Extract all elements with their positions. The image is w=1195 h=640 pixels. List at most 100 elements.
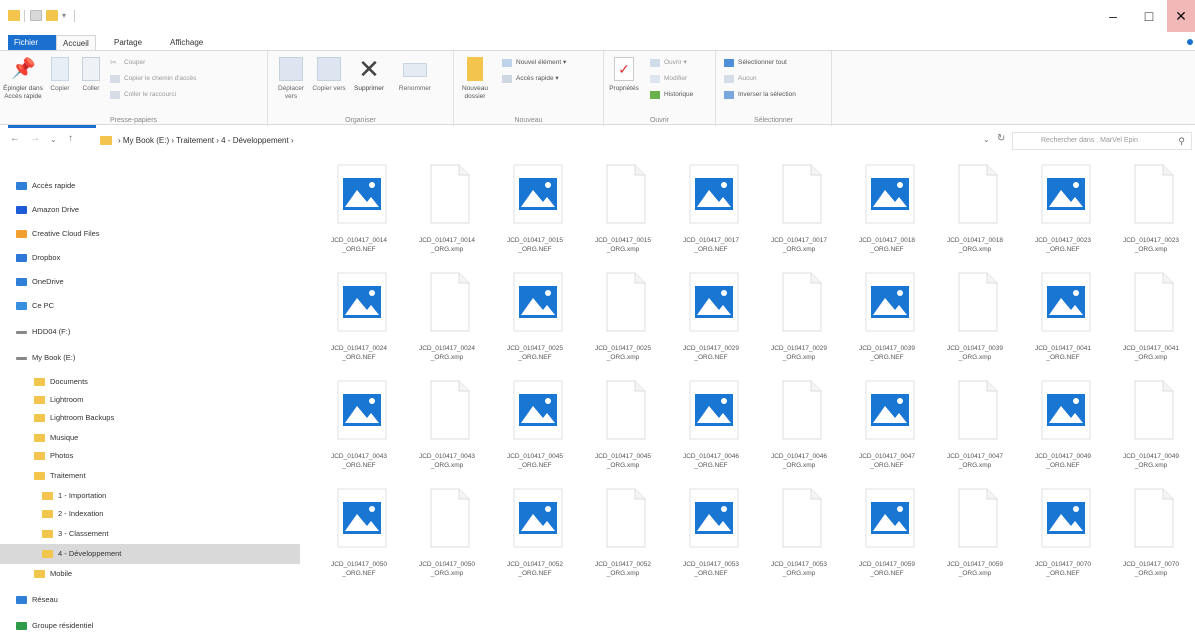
sidebar-item[interactable]: Groupe résidentiel xyxy=(0,616,300,636)
sidebar-item[interactable]: Lightroom xyxy=(0,390,300,410)
sidebar-item[interactable]: Documents xyxy=(0,372,300,392)
address-dropdown-icon[interactable]: ⌄ xyxy=(983,135,990,144)
copy-to-button[interactable]: Copier vers xyxy=(310,57,348,93)
sidebar-item[interactable]: Mobile xyxy=(0,564,300,584)
sidebar-item[interactable]: Traitement xyxy=(0,466,300,486)
help-icon[interactable] xyxy=(1187,39,1193,45)
properties-icon[interactable] xyxy=(30,10,42,21)
back-arrow-icon[interactable]: ← xyxy=(10,133,20,144)
file-item[interactable]: JCD_010417_0043 _ORG.xmp xyxy=(403,372,491,478)
pin-quick-access-button[interactable]: 📌 Épingler dans Accès rapide xyxy=(2,57,44,101)
file-item[interactable]: JCD_010417_0049 _ORG.xmp xyxy=(1107,372,1195,478)
tab-share[interactable]: Partage xyxy=(108,35,148,50)
sidebar-item[interactable]: Amazon Drive xyxy=(0,200,300,220)
file-item[interactable]: JCD_010417_0023 _ORG.xmp xyxy=(1107,156,1195,262)
close-button[interactable]: ✕ xyxy=(1167,0,1195,32)
sidebar-item[interactable]: HDD04 (F:) xyxy=(0,322,300,342)
file-item[interactable]: JCD_010417_0014 _ORG.NEF xyxy=(315,156,403,262)
file-item[interactable]: JCD_010417_0070 _ORG.xmp xyxy=(1107,480,1195,586)
file-item[interactable]: JCD_010417_0046 _ORG.NEF xyxy=(667,372,755,478)
easy-access-button[interactable]: Accès rapide ▾ xyxy=(502,73,559,85)
sidebar-item[interactable]: My Book (E:) xyxy=(0,348,300,368)
sidebar-item[interactable]: Accès rapide xyxy=(0,176,300,196)
recent-chevron-icon[interactable]: ⌄ xyxy=(50,135,57,144)
file-item[interactable]: JCD_010417_0070 _ORG.NEF xyxy=(1019,480,1107,586)
sidebar-item[interactable]: Dropbox xyxy=(0,248,300,268)
copy-path-button[interactable]: Copier le chemin d'accès xyxy=(110,73,196,85)
paste-button[interactable]: Coller xyxy=(76,57,106,93)
new-item-button[interactable]: Nouvel élément ▾ xyxy=(502,57,566,69)
file-item[interactable]: JCD_010417_0046 _ORG.xmp xyxy=(755,372,843,478)
refresh-icon[interactable]: ↻ xyxy=(997,133,1005,144)
file-item[interactable]: JCD_010417_0017 _ORG.NEF xyxy=(667,156,755,262)
file-item[interactable]: JCD_010417_0047 _ORG.NEF xyxy=(843,372,931,478)
forward-arrow-icon[interactable]: → xyxy=(30,133,40,144)
file-item[interactable]: JCD_010417_0029 _ORG.xmp xyxy=(755,264,843,370)
file-item[interactable]: JCD_010417_0015 _ORG.xmp xyxy=(579,156,667,262)
file-item[interactable]: JCD_010417_0049 _ORG.NEF xyxy=(1019,372,1107,478)
customize-qat-icon[interactable]: ▾ xyxy=(62,10,70,21)
file-item[interactable]: JCD_010417_0025 _ORG.NEF xyxy=(491,264,579,370)
maximize-button[interactable]: □ xyxy=(1131,0,1167,32)
history-button[interactable]: Historique xyxy=(650,89,693,101)
folder-icon[interactable] xyxy=(8,10,20,21)
sidebar-item[interactable]: Réseau xyxy=(0,590,300,610)
sidebar-item[interactable]: 4 - Développement xyxy=(0,544,300,564)
file-item[interactable]: JCD_010417_0059 _ORG.NEF xyxy=(843,480,931,586)
file-item[interactable]: JCD_010417_0041 _ORG.xmp xyxy=(1107,264,1195,370)
file-item[interactable]: JCD_010417_0024 _ORG.NEF xyxy=(315,264,403,370)
sidebar-item[interactable]: 1 - Importation xyxy=(0,486,300,506)
file-item[interactable]: JCD_010417_0045 _ORG.NEF xyxy=(491,372,579,478)
select-all-button[interactable]: Sélectionner tout xyxy=(724,57,787,69)
edit-button[interactable]: Modifier xyxy=(650,73,687,85)
file-item[interactable]: JCD_010417_0039 _ORG.xmp xyxy=(931,264,1019,370)
rename-button[interactable]: Renommer xyxy=(392,57,438,93)
file-item[interactable]: JCD_010417_0050 _ORG.xmp xyxy=(403,480,491,586)
file-item[interactable]: JCD_010417_0053 _ORG.NEF xyxy=(667,480,755,586)
move-to-button[interactable]: Déplacer vers xyxy=(272,57,310,101)
new-folder-icon[interactable] xyxy=(46,10,58,21)
sidebar-item[interactable]: 3 - Classement xyxy=(0,524,300,544)
new-folder-button[interactable]: Nouveau dossier xyxy=(456,57,494,101)
file-item[interactable]: JCD_010417_0047 _ORG.xmp xyxy=(931,372,1019,478)
sidebar-item[interactable]: 2 - Indexation xyxy=(0,504,300,524)
file-item[interactable]: JCD_010417_0024 _ORG.xmp xyxy=(403,264,491,370)
up-arrow-icon[interactable]: ↑ xyxy=(68,133,73,144)
file-item[interactable]: JCD_010417_0014 _ORG.xmp xyxy=(403,156,491,262)
tab-home[interactable]: Accueil xyxy=(56,35,96,50)
file-item[interactable]: JCD_010417_0052 _ORG.xmp xyxy=(579,480,667,586)
properties-button[interactable]: ✓ Propriétés xyxy=(604,57,644,93)
sidebar-item[interactable]: Lightroom Backups xyxy=(0,408,300,428)
file-item[interactable]: JCD_010417_0045 _ORG.xmp xyxy=(579,372,667,478)
copy-button[interactable]: Copier xyxy=(46,57,74,93)
sidebar-item[interactable]: Creative Cloud Files xyxy=(0,224,300,244)
file-item[interactable]: JCD_010417_0017 _ORG.xmp xyxy=(755,156,843,262)
sidebar-item[interactable]: Photos xyxy=(0,446,300,466)
file-item[interactable]: JCD_010417_0029 _ORG.NEF xyxy=(667,264,755,370)
search-input[interactable]: Rechercher dans : MarVel Epin ⚲ xyxy=(1012,132,1192,150)
cut-button[interactable]: ✂ Couper xyxy=(110,57,145,69)
paste-shortcut-button[interactable]: Coller le raccourci xyxy=(110,89,176,101)
file-item[interactable]: JCD_010417_0059 _ORG.xmp xyxy=(931,480,1019,586)
file-item[interactable]: JCD_010417_0053 _ORG.xmp xyxy=(755,480,843,586)
open-button[interactable]: Ouvrir ▾ xyxy=(650,57,687,69)
sidebar-item[interactable]: Musique xyxy=(0,428,300,448)
file-item[interactable]: JCD_010417_0025 _ORG.xmp xyxy=(579,264,667,370)
file-item[interactable]: JCD_010417_0041 _ORG.NEF xyxy=(1019,264,1107,370)
file-item[interactable]: JCD_010417_0015 _ORG.NEF xyxy=(491,156,579,262)
sidebar-item[interactable]: Ce PC xyxy=(0,296,300,316)
sidebar-item[interactable]: OneDrive xyxy=(0,272,300,292)
invert-selection-button[interactable]: Inverser la sélection xyxy=(724,89,796,101)
tab-view[interactable]: Affichage xyxy=(164,35,209,50)
file-item[interactable]: JCD_010417_0043 _ORG.NEF xyxy=(315,372,403,478)
file-item[interactable]: JCD_010417_0018 _ORG.xmp xyxy=(931,156,1019,262)
file-item[interactable]: JCD_010417_0052 _ORG.NEF xyxy=(491,480,579,586)
select-none-button[interactable]: Aucun xyxy=(724,73,756,85)
address-breadcrumb[interactable]: › My Book (E:) › Traitement › 4 - Dévelo… xyxy=(100,132,985,150)
file-item[interactable]: JCD_010417_0039 _ORG.NEF xyxy=(843,264,931,370)
minimize-button[interactable]: – xyxy=(1095,0,1131,32)
file-item[interactable]: JCD_010417_0018 _ORG.NEF xyxy=(843,156,931,262)
delete-button[interactable]: ✕ Supprimer xyxy=(350,56,388,93)
file-item[interactable]: JCD_010417_0050 _ORG.NEF xyxy=(315,480,403,586)
file-item[interactable]: JCD_010417_0023 _ORG.NEF xyxy=(1019,156,1107,262)
